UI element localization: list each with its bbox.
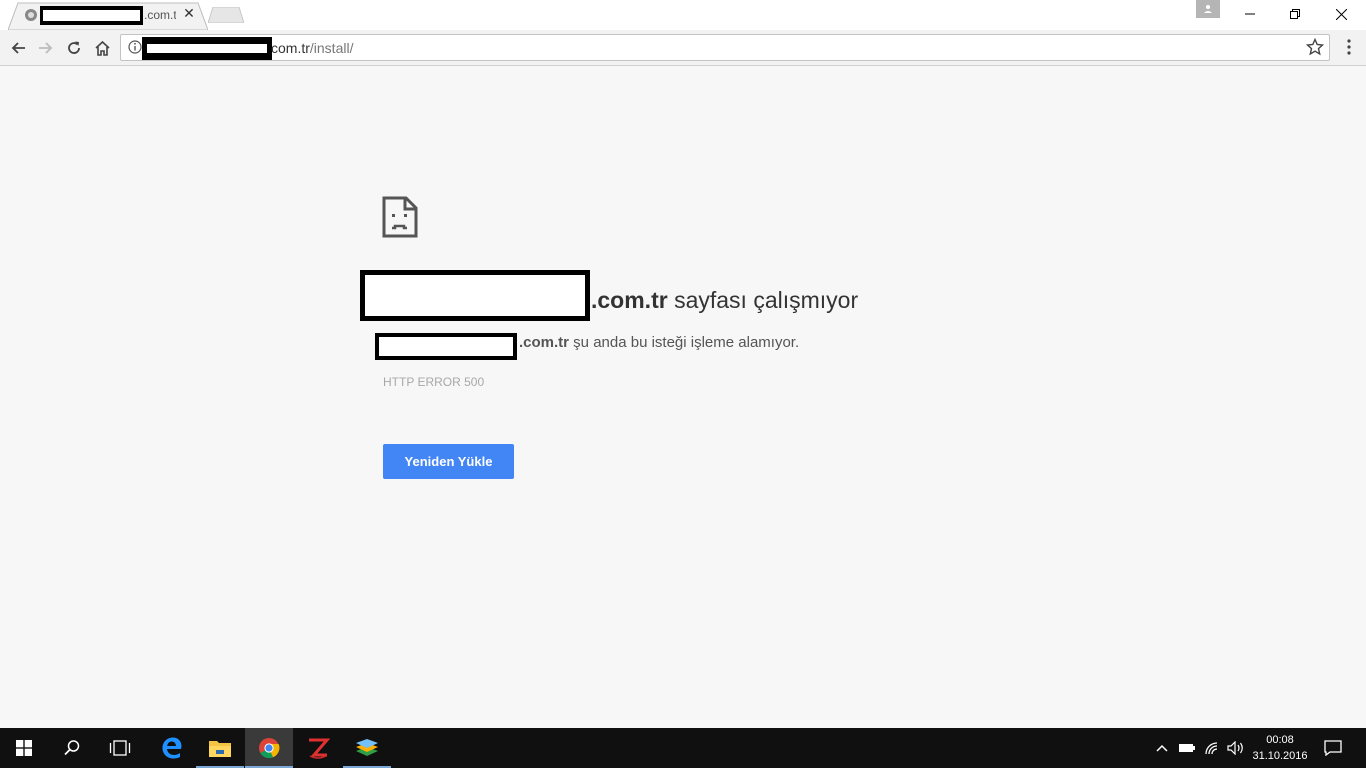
clock-time: 00:08 — [1266, 734, 1294, 746]
taskbar-app-z[interactable] — [294, 728, 342, 768]
clock-date: 31.10.2016 — [1252, 750, 1308, 762]
windows-logo-icon — [16, 740, 32, 756]
address-bar[interactable]: com.tr/install/ — [120, 34, 1330, 61]
start-button[interactable] — [0, 728, 48, 768]
site-favicon-icon — [25, 9, 37, 21]
url-text: com.tr/install/ — [271, 40, 353, 56]
forward-button[interactable] — [34, 36, 58, 60]
tab-title: .com.tr — [144, 8, 176, 22]
error-heading: .com.tr sayfası çalışmıyor — [591, 287, 858, 314]
taskbar-file-explorer[interactable] — [196, 728, 244, 768]
tab-title-redaction — [40, 6, 143, 25]
z-logo-icon — [309, 738, 330, 759]
reload-toolbar-button[interactable] — [62, 36, 86, 60]
taskbar: 00:08 31.10.2016 — [0, 728, 1366, 768]
url-redaction — [142, 37, 272, 60]
wifi-icon — [1205, 742, 1218, 755]
taskbar-clock[interactable]: 00:08 31.10.2016 — [1248, 732, 1312, 764]
chrome-icon — [259, 738, 280, 759]
url-path: /install/ — [309, 40, 354, 56]
url-host: com.tr — [271, 40, 310, 56]
tray-battery[interactable] — [1176, 728, 1198, 768]
tray-network[interactable] — [1201, 728, 1223, 768]
tab-close-icon[interactable]: ✕ — [182, 6, 196, 20]
profile-button[interactable] — [1196, 0, 1220, 18]
description-domain: .com.tr — [519, 334, 570, 351]
tray-volume[interactable] — [1225, 728, 1247, 768]
refresh-icon — [68, 41, 80, 54]
home-button[interactable] — [90, 36, 114, 60]
tray-overflow-button[interactable] — [1152, 728, 1172, 768]
new-tab-button[interactable] — [208, 7, 244, 23]
edge-icon — [162, 737, 182, 759]
sad-page-icon — [382, 196, 418, 238]
restore-button[interactable] — [1272, 0, 1318, 28]
arrow-left-icon — [11, 42, 25, 54]
error-code: HTTP ERROR 500 — [383, 375, 485, 389]
description-redaction — [375, 333, 517, 360]
minimize-button[interactable] — [1227, 0, 1273, 28]
info-icon[interactable] — [128, 40, 142, 54]
notification-icon — [1324, 740, 1342, 756]
search-button[interactable] — [48, 728, 96, 768]
taskbar-bluestacks[interactable] — [343, 728, 391, 768]
task-view-button[interactable] — [96, 728, 144, 768]
arrow-right-icon — [39, 42, 53, 54]
restore-icon — [1290, 9, 1300, 19]
error-description: .com.tr şu anda bu isteği işleme alamıyo… — [519, 334, 799, 351]
action-center-button[interactable] — [1318, 728, 1348, 768]
chevron-up-icon — [1156, 744, 1168, 752]
bookmark-star-icon[interactable] — [1306, 38, 1324, 56]
tab-strip: .com.tr ✕ — [0, 0, 1366, 30]
close-icon — [1335, 8, 1347, 20]
reload-button[interactable]: Yeniden Yükle — [383, 444, 514, 479]
speaker-icon — [1227, 741, 1243, 755]
search-icon — [64, 740, 80, 756]
menu-dots-icon[interactable] — [1340, 36, 1358, 58]
task-view-icon — [109, 740, 131, 756]
folder-icon — [209, 741, 231, 757]
battery-icon — [1179, 744, 1195, 752]
person-icon — [1204, 5, 1212, 13]
heading-redaction — [360, 270, 590, 321]
heading-domain: .com.tr — [591, 287, 668, 313]
home-icon — [94, 40, 110, 56]
back-button[interactable] — [6, 36, 30, 60]
description-text: şu anda bu isteği işleme alamıyor. — [569, 334, 800, 351]
taskbar-chrome[interactable] — [245, 728, 293, 768]
heading-text: sayfası çalışmıyor — [667, 287, 859, 313]
layers-icon — [356, 739, 378, 756]
browser-toolbar: com.tr/install/ — [0, 30, 1366, 66]
close-window-button[interactable] — [1318, 0, 1364, 28]
taskbar-edge[interactable] — [148, 728, 196, 768]
minimize-icon — [1245, 13, 1255, 15]
